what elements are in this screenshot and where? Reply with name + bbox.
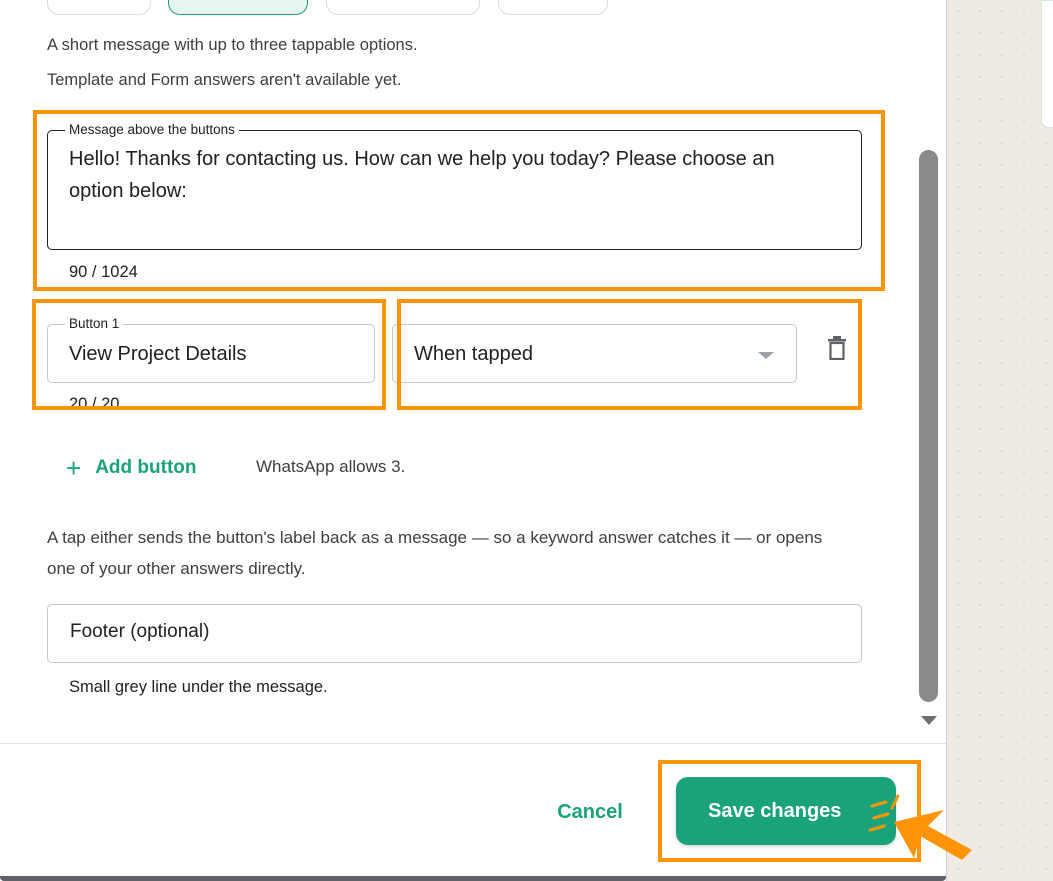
button-limit-note: WhatsApp allows 3. <box>256 457 406 476</box>
add-button[interactable]: + Add button <box>66 452 196 484</box>
footer-input[interactable]: Footer (optional) <box>47 604 862 663</box>
answer-type-chip[interactable] <box>326 0 480 15</box>
plus-icon: + <box>66 453 82 483</box>
message-textarea-value: Hello! Thanks for contacting us. How can… <box>69 148 775 202</box>
help-text-1: A short message with up to three tappabl… <box>47 36 418 54</box>
button-1-label: Button 1 <box>65 316 124 332</box>
message-textarea-label: Message above the buttons <box>65 122 239 138</box>
edit-answer-panel: A short message with up to three tappabl… <box>0 0 946 881</box>
footer-divider <box>0 743 946 744</box>
chat-preview-background <box>946 0 1053 881</box>
panel-bottom-edge <box>0 876 946 881</box>
preview-card-edge <box>1041 0 1053 128</box>
button-1-input[interactable]: Button 1 View Project Details <box>47 316 375 383</box>
button-1-action-select[interactable]: When tapped <box>392 324 797 383</box>
trash-icon[interactable] <box>827 336 847 360</box>
scroll-down-arrow-icon[interactable] <box>921 716 937 725</box>
answer-type-chip-active[interactable] <box>168 0 308 15</box>
button-1-action-value: When tapped <box>414 343 533 365</box>
message-char-counter: 90 / 1024 <box>69 263 138 281</box>
footer-help-text: Small grey line under the message. <box>69 678 328 696</box>
button-1-char-counter: 20 / 20 <box>69 395 120 408</box>
message-textarea[interactable]: Message above the buttons Hello! Thanks … <box>47 122 862 250</box>
answer-type-chip[interactable] <box>47 0 151 15</box>
help-text-2: Template and Form answers aren't availab… <box>47 71 402 89</box>
dropdown-caret-icon <box>758 352 774 359</box>
footer-placeholder: Footer (optional) <box>70 621 210 642</box>
answer-type-chip[interactable] <box>498 0 608 15</box>
button-1-value: View Project Details <box>69 343 247 365</box>
save-changes-button[interactable]: Save changes <box>676 777 896 845</box>
scrollbar-thumb[interactable] <box>919 150 938 702</box>
cancel-button[interactable]: Cancel <box>540 792 640 832</box>
add-button-label: Add button <box>95 457 197 478</box>
tap-explanation: A tap either sends the button's label ba… <box>47 528 823 578</box>
